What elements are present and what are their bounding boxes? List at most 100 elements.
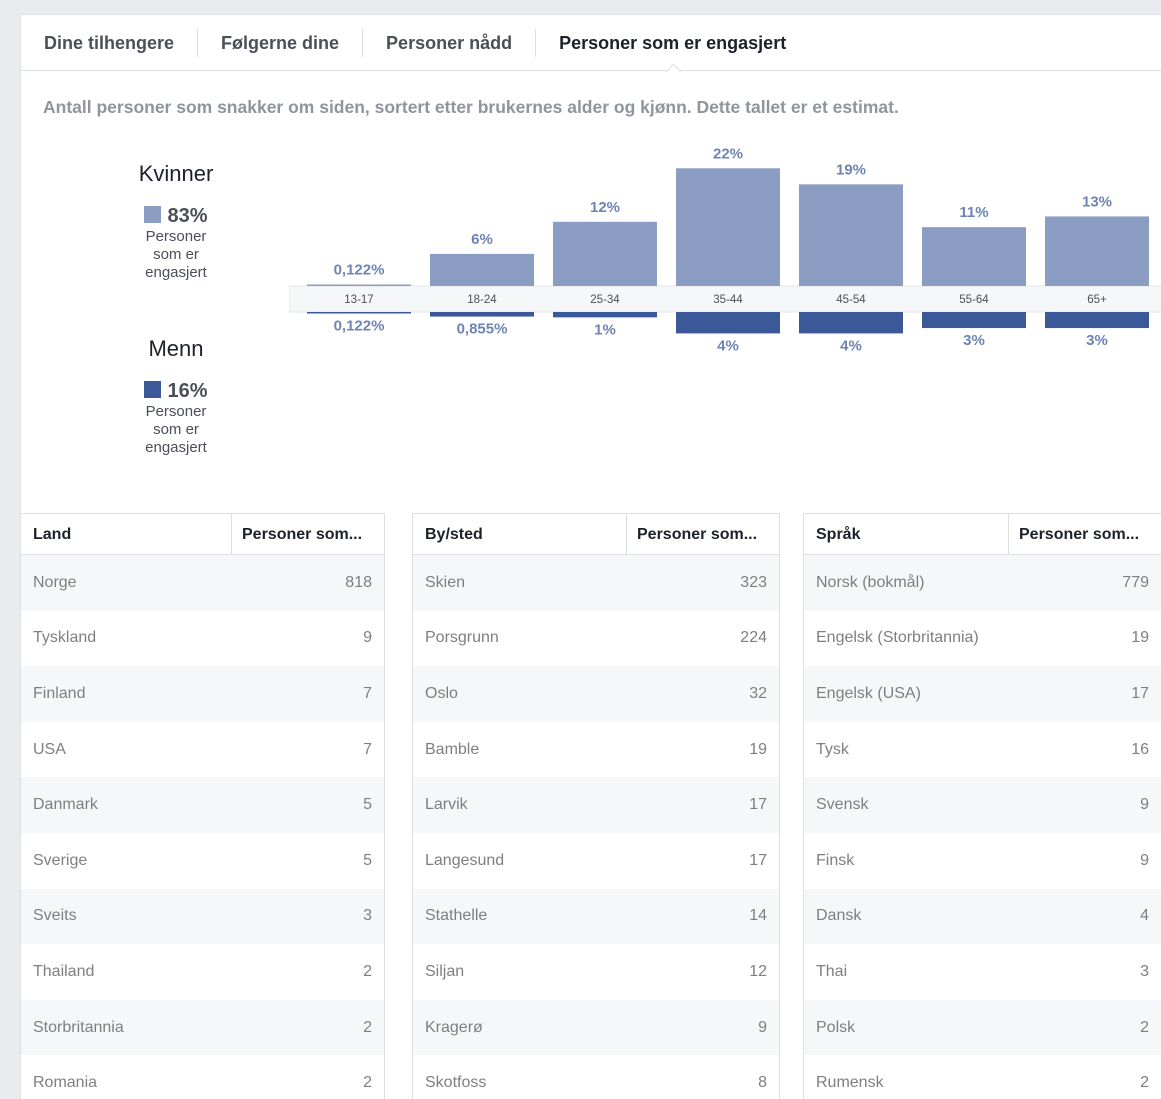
row-label: Storbritannia — [33, 1018, 124, 1036]
table-row: Polsk 2 — [804, 999, 1161, 1056]
age-tick-label: 65+ — [1087, 294, 1107, 306]
row-label: Skotfoss — [425, 1074, 487, 1092]
table-row: Sveits 3 — [21, 888, 384, 945]
men-value-label: 0,855% — [457, 321, 508, 338]
row-value: 9 — [363, 629, 372, 647]
row-value: 323 — [740, 573, 767, 591]
men-value-label: 1% — [594, 321, 616, 338]
row-value: 2 — [363, 962, 372, 980]
women-bar — [430, 253, 534, 286]
table-row: Skien 323 — [413, 555, 779, 611]
age-tick-label: 18-24 — [467, 294, 497, 306]
people-column-header[interactable]: Personer som... — [627, 514, 779, 554]
row-value: 19 — [1131, 629, 1149, 647]
row-label: Tysk — [816, 740, 849, 758]
table-header: Språk Personer som... — [804, 513, 1161, 555]
legend-men-sub: Personer som er engasjert — [145, 403, 207, 456]
table-header: By/sted Personer som... — [413, 513, 779, 555]
row-label: Siljan — [425, 962, 465, 980]
row-value: 2 — [363, 1018, 372, 1036]
row-value: 16 — [1131, 740, 1149, 758]
tab-personer-nadd[interactable]: Personer nådd — [363, 28, 537, 57]
table-row: Kragerø 9 — [413, 999, 779, 1056]
legend-women-swatch — [144, 206, 162, 223]
tab-folgerne-dine[interactable]: Følgerne dine — [198, 28, 364, 57]
row-label: Stathelle — [425, 907, 488, 925]
legend-men-title: Menn — [148, 336, 204, 361]
table-row: Tyskland 9 — [21, 611, 384, 667]
row-value: 5 — [363, 796, 372, 814]
age-tick-label: 55-64 — [959, 294, 989, 306]
table-row: Oslo 32 — [413, 666, 779, 722]
row-value: 17 — [749, 851, 767, 869]
row-label: Thailand — [33, 962, 95, 980]
legend-women-title: Kvinner — [138, 161, 214, 186]
men-bar — [307, 312, 411, 314]
table-row: Porsgrunn 224 — [413, 611, 779, 667]
row-label: Larvik — [425, 796, 468, 814]
table-row: USA 7 — [21, 722, 384, 778]
table-row: Stathelle 14 — [413, 888, 779, 945]
row-value: 2 — [1140, 1074, 1149, 1092]
row-label: Engelsk (Storbritannia) — [816, 629, 979, 647]
table-row: Thailand 2 — [21, 944, 384, 1000]
table-row: Rumensk 2 — [804, 1055, 1161, 1099]
city-table: By/sted Personer som... Skien 323 Porsgrunn 2… — [412, 513, 780, 1099]
row-label: Skien — [425, 573, 466, 591]
table-row: Tysk 16 — [804, 722, 1161, 778]
row-value: 818 — [345, 573, 372, 591]
audience-panel: Dine tilhengere Følgerne dine Personer n… — [20, 14, 1161, 1099]
table-row: Finsk 9 — [804, 833, 1161, 889]
language-column-header[interactable]: Språk — [804, 514, 1009, 554]
table-header: Land Personer som... — [21, 513, 384, 555]
row-value: 779 — [1122, 573, 1149, 591]
women-value-label: 6% — [471, 231, 493, 248]
city-column-header[interactable]: By/sted — [413, 514, 627, 554]
row-value: 19 — [749, 740, 767, 758]
men-bar — [922, 312, 1026, 329]
women-value-label: 0,122% — [334, 262, 385, 279]
row-value: 17 — [749, 796, 767, 814]
row-value: 8 — [758, 1074, 767, 1092]
row-value: 9 — [758, 1018, 767, 1036]
table-row: Bamble 19 — [413, 722, 779, 778]
women-bar — [307, 284, 411, 286]
women-bar — [676, 168, 780, 286]
legend-men: Menn 16% Personer som er engasjert — [116, 336, 236, 457]
people-column-header[interactable]: Personer som... — [232, 514, 384, 554]
tab-dine-tilhengere[interactable]: Dine tilhengere — [21, 28, 199, 57]
tab-bar: Dine tilhengere Følgerne dine Personer n… — [21, 15, 1161, 71]
men-value-label: 3% — [963, 332, 985, 349]
row-label: Sveits — [33, 907, 77, 925]
row-label: Engelsk (USA) — [816, 684, 921, 702]
language-table: Språk Personer som... Norsk (bokmål) 779 Eng… — [803, 513, 1161, 1099]
table-row: Finland 7 — [21, 666, 384, 722]
active-tab-indicator — [665, 63, 682, 72]
row-value: 9 — [1140, 851, 1149, 869]
age-tick-label: 45-54 — [836, 294, 866, 306]
row-label: Finsk — [816, 851, 855, 869]
table-body: Skien 323 Porsgrunn 224 Oslo 32 Bamble 19 Larvik… — [413, 555, 779, 1099]
row-value: 9 — [1140, 796, 1149, 814]
people-column-header[interactable]: Personer som... — [1009, 514, 1161, 554]
row-label: Sverige — [33, 851, 88, 869]
row-label: Svensk — [816, 796, 869, 814]
row-value: 2 — [363, 1074, 372, 1092]
women-bar — [922, 227, 1026, 286]
women-value-label: 11% — [959, 204, 988, 221]
row-value: 3 — [1140, 962, 1149, 980]
row-label: Bamble — [425, 740, 480, 758]
row-label: Norge — [33, 573, 77, 591]
row-value: 5 — [363, 851, 372, 869]
country-column-header[interactable]: Land — [21, 514, 232, 554]
table-row: Engelsk (Storbritannia) 19 — [804, 611, 1161, 667]
women-value-label: 12% — [590, 199, 620, 216]
legend-women-percent: 83% — [167, 205, 208, 227]
row-value: 32 — [749, 684, 767, 702]
row-label: Romania — [33, 1074, 98, 1092]
row-label: Porsgrunn — [425, 629, 499, 647]
row-value: 3 — [363, 907, 372, 925]
men-bar — [676, 312, 780, 334]
tab-personer-engasjert[interactable]: Personer som er engasjert — [536, 29, 809, 57]
legend-men-swatch — [144, 381, 162, 398]
